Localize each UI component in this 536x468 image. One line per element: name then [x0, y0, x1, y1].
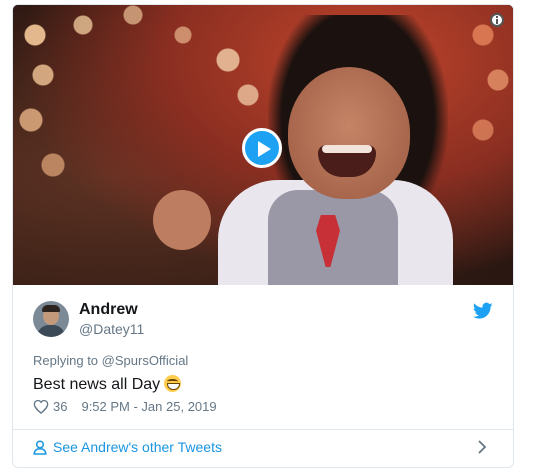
- thumbnail-figure-teeth: [322, 145, 372, 153]
- avatar[interactable]: [33, 301, 69, 337]
- reply-prefix: Replying to: [33, 353, 102, 368]
- tweet-body: Best news all Day: [33, 376, 161, 393]
- see-other-tweets-link[interactable]: See Andrew's other Tweets: [33, 439, 222, 455]
- author-handle[interactable]: @Datey11: [79, 321, 144, 337]
- chevron-right-icon[interactable]: [476, 439, 488, 455]
- avatar-hair: [42, 305, 60, 312]
- play-button[interactable]: [242, 128, 282, 168]
- divider: [13, 429, 513, 430]
- avatar-shirt: [37, 325, 65, 337]
- info-icon[interactable]: [490, 13, 504, 27]
- grinning-face-emoji-icon: [164, 375, 182, 392]
- user-icon: [33, 439, 47, 455]
- heart-icon[interactable]: [33, 399, 49, 414]
- thumbnail-figure-face: [288, 67, 410, 199]
- twitter-bird-icon[interactable]: [473, 302, 493, 320]
- tweet-meta: 36 9:52 PM - Jan 25, 2019: [33, 399, 217, 414]
- video-thumbnail[interactable]: [13, 5, 513, 285]
- see-other-tweets-label: See Andrew's other Tweets: [53, 439, 222, 455]
- reply-context: Replying to @SpursOfficial: [33, 353, 188, 368]
- author-name[interactable]: Andrew: [79, 301, 138, 319]
- timestamp[interactable]: 9:52 PM - Jan 25, 2019: [81, 399, 216, 414]
- tweet-text: Best news all Day: [33, 375, 182, 394]
- play-icon: [258, 141, 271, 157]
- thumbnail-figure-fist: [153, 190, 211, 250]
- reply-to-link[interactable]: @SpursOfficial: [102, 353, 189, 368]
- like-count[interactable]: 36: [53, 399, 67, 414]
- embedded-tweet-card: Andrew @Datey11 Replying to @SpursOffici…: [12, 4, 514, 468]
